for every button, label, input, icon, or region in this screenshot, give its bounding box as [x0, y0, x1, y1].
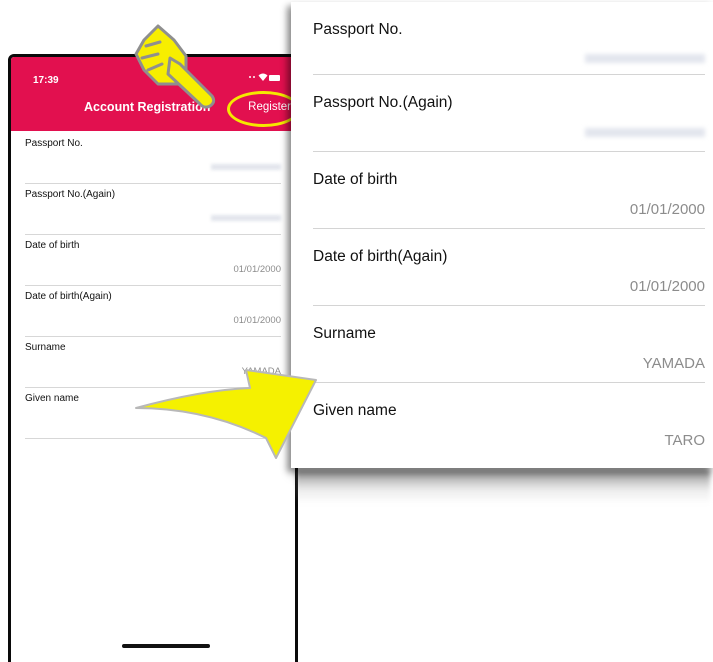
field-label: Surname: [25, 342, 66, 353]
field-label: Date of birth(Again): [313, 248, 448, 265]
field-date-of-birth[interactable]: Date of birth 01/01/2000: [25, 235, 281, 286]
zoom-field-passport-no[interactable]: Passport No.: [313, 2, 705, 75]
field-value: 01/01/2000: [233, 264, 281, 275]
field-value: 01/01/2000: [629, 201, 705, 218]
phone-screen: 17:39 Account Registration Register Pass…: [8, 54, 298, 662]
field-label: Passport No.(Again): [313, 94, 453, 111]
field-label: Passport No.: [313, 21, 403, 38]
zoom-card-shadow: [296, 470, 710, 504]
zoom-field-date-of-birth[interactable]: Date of birth 01/01/2000: [313, 152, 705, 229]
field-value-redacted: [585, 54, 705, 63]
field-label: Date of birth: [313, 171, 398, 188]
registration-form: Passport No. Passport No.(Again) Date of…: [25, 133, 281, 439]
signal-dots: [249, 76, 255, 79]
wifi-icon: [258, 73, 268, 81]
home-indicator: [122, 644, 210, 648]
register-highlight-circle: [227, 91, 295, 127]
battery-icon: [269, 75, 280, 81]
field-value-redacted: [211, 164, 281, 170]
zoom-field-passport-no-again[interactable]: Passport No.(Again): [313, 75, 705, 152]
field-label: Surname: [313, 325, 376, 342]
zoom-field-date-of-birth-again[interactable]: Date of birth(Again) 01/01/2000: [313, 229, 705, 306]
field-value: 01/01/2000: [629, 278, 705, 295]
field-label: Passport No.: [25, 138, 83, 149]
tutorial-image: 17:39 Account Registration Register Pass…: [0, 0, 713, 662]
zoom-form: Passport No. Passport No.(Again) Date of…: [313, 2, 705, 460]
field-value: 01/01/2000: [233, 315, 281, 326]
field-passport-no[interactable]: Passport No.: [25, 133, 281, 184]
zoom-field-surname[interactable]: Surname YAMADA: [313, 306, 705, 383]
field-value-redacted: [585, 128, 705, 137]
field-value: YAMADA: [241, 366, 281, 377]
status-time: 17:39: [33, 75, 59, 86]
field-label: Given name: [25, 393, 79, 404]
status-icons: [249, 72, 281, 84]
field-label: Given name: [313, 402, 397, 419]
zoom-detail-card: Passport No. Passport No.(Again) Date of…: [291, 2, 713, 468]
field-given-name[interactable]: Given name: [25, 388, 281, 439]
field-label: Passport No.(Again): [25, 189, 116, 200]
field-value: TARO: [664, 432, 705, 449]
field-passport-no-again[interactable]: Passport No.(Again): [25, 184, 281, 235]
field-date-of-birth-again[interactable]: Date of birth(Again) 01/01/2000: [25, 286, 281, 337]
field-value: YAMADA: [642, 355, 705, 372]
field-label: Date of birth(Again): [25, 291, 112, 302]
field-label: Date of birth: [25, 240, 80, 251]
field-surname[interactable]: Surname YAMADA: [25, 337, 281, 388]
zoom-field-given-name[interactable]: Given name TARO: [313, 383, 705, 460]
page-title: Account Registration: [84, 100, 211, 114]
field-value-redacted: [211, 215, 281, 221]
